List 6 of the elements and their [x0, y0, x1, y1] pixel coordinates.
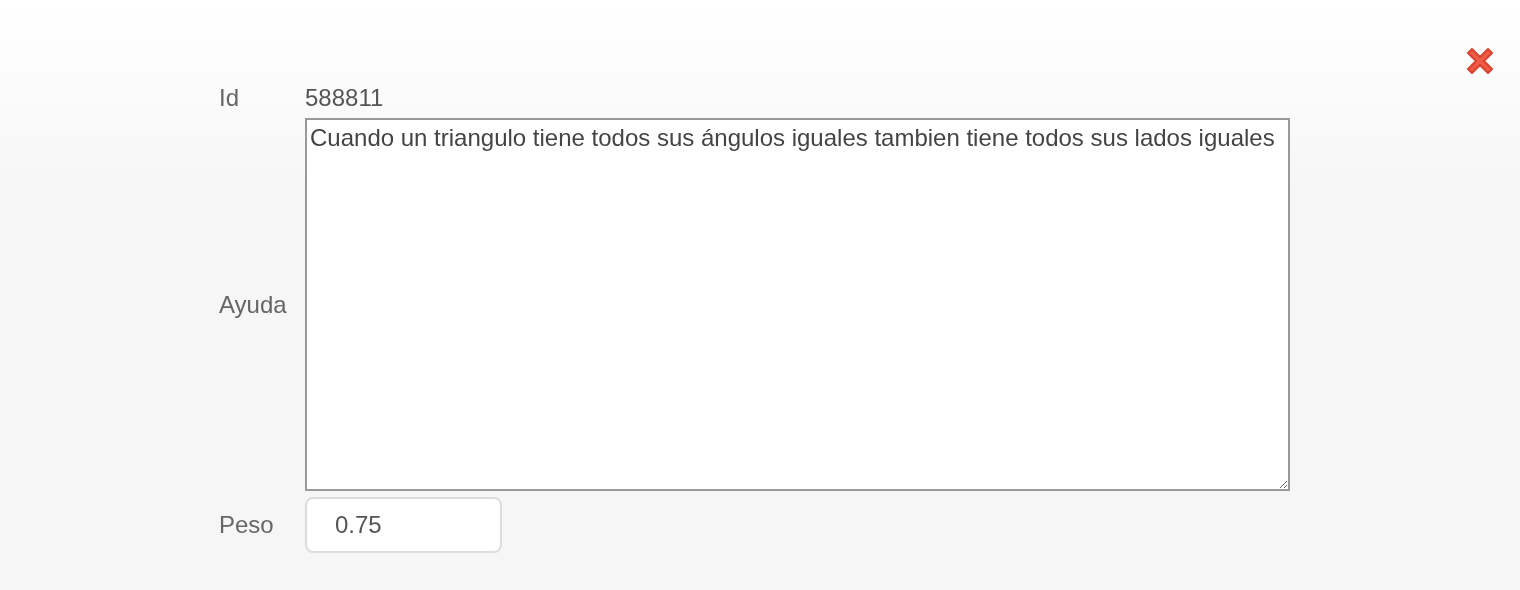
field-label: Id	[219, 84, 240, 112]
help-textarea[interactable]: Cuando un triangulo tiene todos sus ángulos iguales tambien tiene todos sus lados iguales	[305, 118, 1290, 491]
field-label: Ayuda	[219, 290, 288, 319]
field-label: Peso	[219, 511, 275, 539]
id-value: 588811	[305, 84, 385, 112]
weight-input[interactable]: 0.75	[305, 497, 502, 553]
